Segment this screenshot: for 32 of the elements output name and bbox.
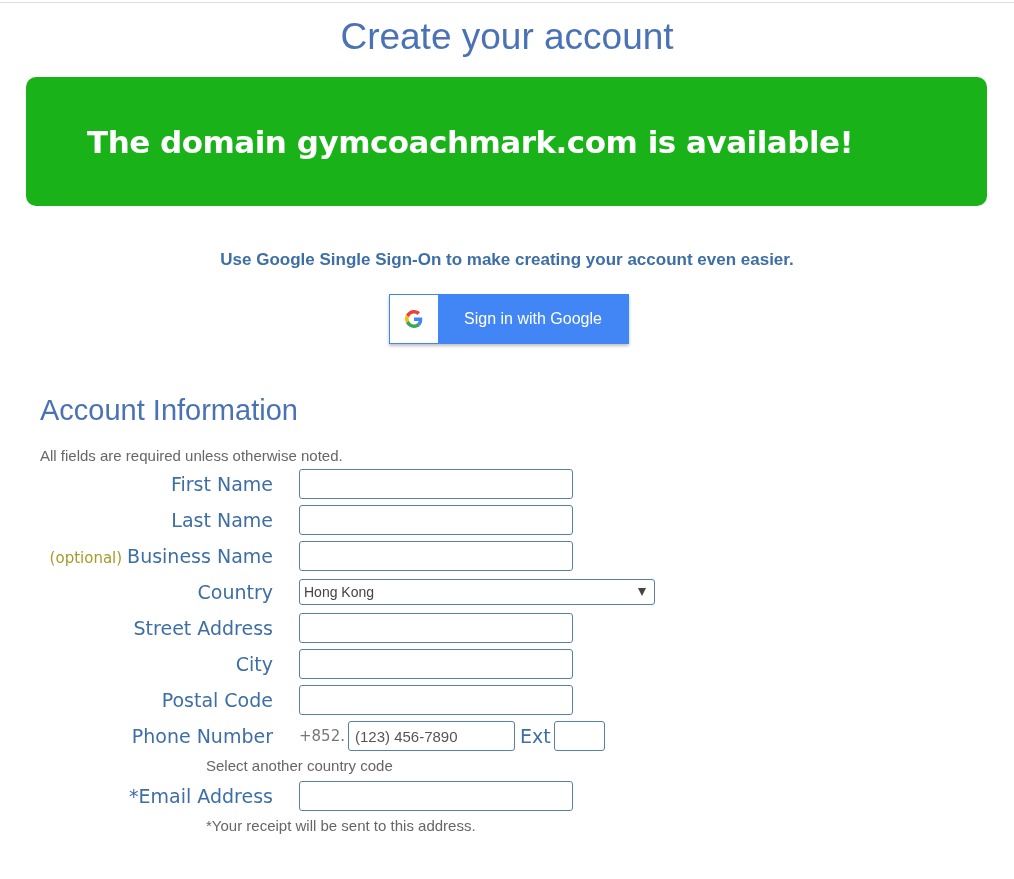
input-field[interactable]: [299, 541, 573, 571]
sso-prompt: Use Google Single Sign-On to make creating your account even easier.: [219, 250, 795, 270]
country-code: +852.: [299, 727, 345, 745]
availability-banner: The domain gymcoachmark.com is available!: [26, 77, 987, 206]
field-label: Postal Code: [161, 689, 273, 711]
input-field[interactable]: [299, 613, 573, 643]
field-label: *Email Address: [129, 785, 273, 807]
field-label: Phone Number: [131, 725, 273, 747]
field-hint: *Your receipt will be sent to this address.: [206, 817, 476, 834]
required-note: All fields are required unless otherwise noted.: [40, 447, 344, 464]
phone-field[interactable]: (123) 456-7890: [347, 721, 515, 751]
input-field[interactable]: [299, 685, 573, 715]
input-field[interactable]: [299, 505, 573, 535]
section-heading: Account Information: [40, 394, 299, 427]
extension-field[interactable]: [553, 721, 605, 751]
country-dropdown[interactable]: Hong Kong: [299, 579, 655, 605]
page-title: Create your account: [339, 15, 675, 59]
dropdown-arrow-icon: [638, 588, 646, 596]
field-label: First Name: [170, 473, 273, 495]
field-label: Business Name: [127, 545, 273, 567]
input-field[interactable]: [299, 649, 573, 679]
input-field[interactable]: [299, 781, 573, 811]
input-field[interactable]: [299, 469, 573, 499]
field-label: Ext: [519, 725, 551, 747]
google-sign-in-button[interactable]: Sign in with Google: [389, 294, 629, 344]
optional-tag: (optional): [49, 549, 123, 567]
field-label: City: [235, 653, 273, 675]
google-g-icon: [405, 310, 423, 328]
field-label: Street Address: [133, 617, 273, 639]
country-code-link[interactable]: Select another country code: [206, 757, 393, 774]
field-label: Last Name: [171, 509, 273, 531]
field-label: Country: [197, 581, 273, 603]
